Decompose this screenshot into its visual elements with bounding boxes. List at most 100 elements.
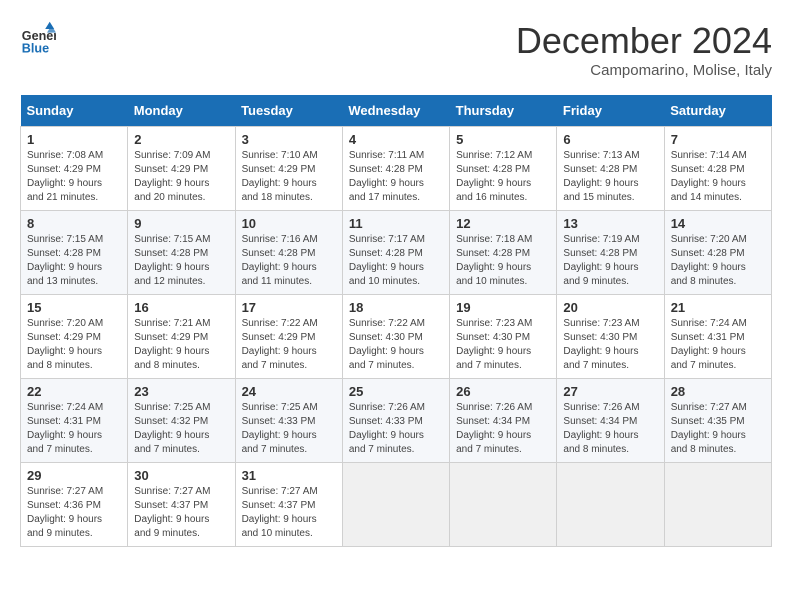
day-number: 23	[134, 384, 228, 399]
week-row-2: 8 Sunrise: 7:15 AM Sunset: 4:28 PM Daylig…	[21, 211, 772, 295]
day-number: 25	[349, 384, 443, 399]
day-info: Sunrise: 7:22 AM Sunset: 4:29 PM Dayligh…	[242, 317, 336, 373]
day-info: Sunrise: 7:27 AM Sunset: 4:36 PM Dayligh…	[27, 485, 121, 541]
logo-icon: General Blue	[20, 20, 56, 56]
day-info: Sunrise: 7:15 AM Sunset: 4:28 PM Dayligh…	[134, 233, 228, 289]
logo: General Blue	[20, 20, 56, 56]
calendar-cell: 6 Sunrise: 7:13 AM Sunset: 4:28 PM Daylig…	[557, 127, 664, 211]
day-number: 6	[563, 132, 657, 147]
day-number: 17	[242, 300, 336, 315]
weekday-header-friday: Friday	[557, 95, 664, 127]
calendar-cell: 16 Sunrise: 7:21 AM Sunset: 4:29 PM Dayli…	[128, 295, 235, 379]
calendar-cell: 31 Sunrise: 7:27 AM Sunset: 4:37 PM Dayli…	[235, 463, 342, 547]
day-number: 20	[563, 300, 657, 315]
calendar-cell: 11Sunrise: 7:17 AM Sunset: 4:28 PM Dayli…	[342, 211, 449, 295]
header: General Blue December 2024 Campomarino, …	[20, 20, 772, 79]
day-number: 8	[27, 216, 121, 231]
day-info: Sunrise: 7:22 AM Sunset: 4:30 PM Dayligh…	[349, 317, 443, 373]
day-info: Sunrise: 7:23 AM Sunset: 4:30 PM Dayligh…	[563, 317, 657, 373]
calendar-cell: 12Sunrise: 7:18 AM Sunset: 4:28 PM Dayli…	[450, 211, 557, 295]
day-info: Sunrise: 7:10 AM Sunset: 4:29 PM Dayligh…	[242, 149, 336, 205]
calendar-cell: 9 Sunrise: 7:15 AM Sunset: 4:28 PM Daylig…	[128, 211, 235, 295]
day-number: 16	[134, 300, 228, 315]
calendar-cell	[450, 463, 557, 547]
day-info: Sunrise: 7:15 AM Sunset: 4:28 PM Dayligh…	[27, 233, 121, 289]
day-number: 9	[134, 216, 228, 231]
weekday-header-monday: Monday	[128, 95, 235, 127]
day-info: Sunrise: 7:08 AM Sunset: 4:29 PM Dayligh…	[27, 149, 121, 205]
day-info: Sunrise: 7:27 AM Sunset: 4:35 PM Dayligh…	[671, 401, 765, 457]
day-info: Sunrise: 7:23 AM Sunset: 4:30 PM Dayligh…	[456, 317, 550, 373]
location-subtitle: Campomarino, Molise, Italy	[516, 62, 772, 79]
calendar-cell: 13 Sunrise: 7:19 AM Sunset: 4:28 PM Dayli…	[557, 211, 664, 295]
calendar-cell: 8 Sunrise: 7:15 AM Sunset: 4:28 PM Daylig…	[21, 211, 128, 295]
day-info: Sunrise: 7:09 AM Sunset: 4:29 PM Dayligh…	[134, 149, 228, 205]
calendar-cell: 10Sunrise: 7:16 AM Sunset: 4:28 PM Dayli…	[235, 211, 342, 295]
day-number: 7	[671, 132, 765, 147]
day-info: Sunrise: 7:24 AM Sunset: 4:31 PM Dayligh…	[671, 317, 765, 373]
day-info: Sunrise: 7:19 AM Sunset: 4:28 PM Dayligh…	[563, 233, 657, 289]
calendar-cell	[557, 463, 664, 547]
day-info: Sunrise: 7:27 AM Sunset: 4:37 PM Dayligh…	[134, 485, 228, 541]
day-info: Sunrise: 7:11 AM Sunset: 4:28 PM Dayligh…	[349, 149, 443, 205]
calendar-cell: 1 Sunrise: 7:08 AM Sunset: 4:29 PM Daylig…	[21, 127, 128, 211]
day-number: 11	[349, 216, 443, 231]
calendar-cell: 19 Sunrise: 7:23 AM Sunset: 4:30 PM Dayli…	[450, 295, 557, 379]
day-number: 10	[242, 216, 336, 231]
calendar-cell: 26Sunrise: 7:26 AM Sunset: 4:34 PM Dayli…	[450, 379, 557, 463]
day-number: 18	[349, 300, 443, 315]
calendar-cell: 5 Sunrise: 7:12 AM Sunset: 4:28 PM Daylig…	[450, 127, 557, 211]
day-number: 29	[27, 468, 121, 483]
weekday-header-wednesday: Wednesday	[342, 95, 449, 127]
day-number: 3	[242, 132, 336, 147]
day-number: 14	[671, 216, 765, 231]
day-number: 5	[456, 132, 550, 147]
calendar-cell: 17 Sunrise: 7:22 AM Sunset: 4:29 PM Dayli…	[235, 295, 342, 379]
calendar-cell: 24 Sunrise: 7:25 AM Sunset: 4:33 PM Dayli…	[235, 379, 342, 463]
day-info: Sunrise: 7:18 AM Sunset: 4:28 PM Dayligh…	[456, 233, 550, 289]
calendar-cell: 7 Sunrise: 7:14 AM Sunset: 4:28 PM Daylig…	[664, 127, 771, 211]
calendar-cell: 30 Sunrise: 7:27 AM Sunset: 4:37 PM Dayli…	[128, 463, 235, 547]
day-number: 31	[242, 468, 336, 483]
day-number: 13	[563, 216, 657, 231]
calendar-cell: 28Sunrise: 7:27 AM Sunset: 4:35 PM Dayli…	[664, 379, 771, 463]
day-number: 15	[27, 300, 121, 315]
day-number: 19	[456, 300, 550, 315]
week-row-1: 1 Sunrise: 7:08 AM Sunset: 4:29 PM Daylig…	[21, 127, 772, 211]
day-info: Sunrise: 7:27 AM Sunset: 4:37 PM Dayligh…	[242, 485, 336, 541]
title-block: December 2024 Campomarino, Molise, Italy	[516, 20, 772, 79]
calendar-table: SundayMondayTuesdayWednesdayThursdayFrid…	[20, 95, 772, 547]
day-info: Sunrise: 7:24 AM Sunset: 4:31 PM Dayligh…	[27, 401, 121, 457]
day-info: Sunrise: 7:13 AM Sunset: 4:28 PM Dayligh…	[563, 149, 657, 205]
day-info: Sunrise: 7:14 AM Sunset: 4:28 PM Dayligh…	[671, 149, 765, 205]
day-info: Sunrise: 7:26 AM Sunset: 4:34 PM Dayligh…	[563, 401, 657, 457]
day-number: 1	[27, 132, 121, 147]
day-info: Sunrise: 7:25 AM Sunset: 4:32 PM Dayligh…	[134, 401, 228, 457]
day-number: 22	[27, 384, 121, 399]
day-info: Sunrise: 7:25 AM Sunset: 4:33 PM Dayligh…	[242, 401, 336, 457]
calendar-cell: 4Sunrise: 7:11 AM Sunset: 4:28 PM Daylig…	[342, 127, 449, 211]
calendar-cell: 27Sunrise: 7:26 AM Sunset: 4:34 PM Dayli…	[557, 379, 664, 463]
day-info: Sunrise: 7:26 AM Sunset: 4:33 PM Dayligh…	[349, 401, 443, 457]
day-info: Sunrise: 7:20 AM Sunset: 4:28 PM Dayligh…	[671, 233, 765, 289]
day-info: Sunrise: 7:21 AM Sunset: 4:29 PM Dayligh…	[134, 317, 228, 373]
calendar-cell	[342, 463, 449, 547]
weekday-header-row: SundayMondayTuesdayWednesdayThursdayFrid…	[21, 95, 772, 127]
day-number: 30	[134, 468, 228, 483]
calendar-cell: 14 Sunrise: 7:20 AM Sunset: 4:28 PM Dayli…	[664, 211, 771, 295]
day-info: Sunrise: 7:20 AM Sunset: 4:29 PM Dayligh…	[27, 317, 121, 373]
weekday-header-saturday: Saturday	[664, 95, 771, 127]
calendar-cell: 15 Sunrise: 7:20 AM Sunset: 4:29 PM Dayli…	[21, 295, 128, 379]
day-info: Sunrise: 7:26 AM Sunset: 4:34 PM Dayligh…	[456, 401, 550, 457]
weekday-header-tuesday: Tuesday	[235, 95, 342, 127]
weekday-header-thursday: Thursday	[450, 95, 557, 127]
day-info: Sunrise: 7:12 AM Sunset: 4:28 PM Dayligh…	[456, 149, 550, 205]
day-number: 21	[671, 300, 765, 315]
week-row-3: 15 Sunrise: 7:20 AM Sunset: 4:29 PM Dayli…	[21, 295, 772, 379]
calendar-cell: 20 Sunrise: 7:23 AM Sunset: 4:30 PM Dayli…	[557, 295, 664, 379]
calendar-cell: 23 Sunrise: 7:25 AM Sunset: 4:32 PM Dayli…	[128, 379, 235, 463]
day-number: 24	[242, 384, 336, 399]
calendar-cell: 3 Sunrise: 7:10 AM Sunset: 4:29 PM Daylig…	[235, 127, 342, 211]
weekday-header-sunday: Sunday	[21, 95, 128, 127]
calendar-cell: 29 Sunrise: 7:27 AM Sunset: 4:36 PM Dayli…	[21, 463, 128, 547]
